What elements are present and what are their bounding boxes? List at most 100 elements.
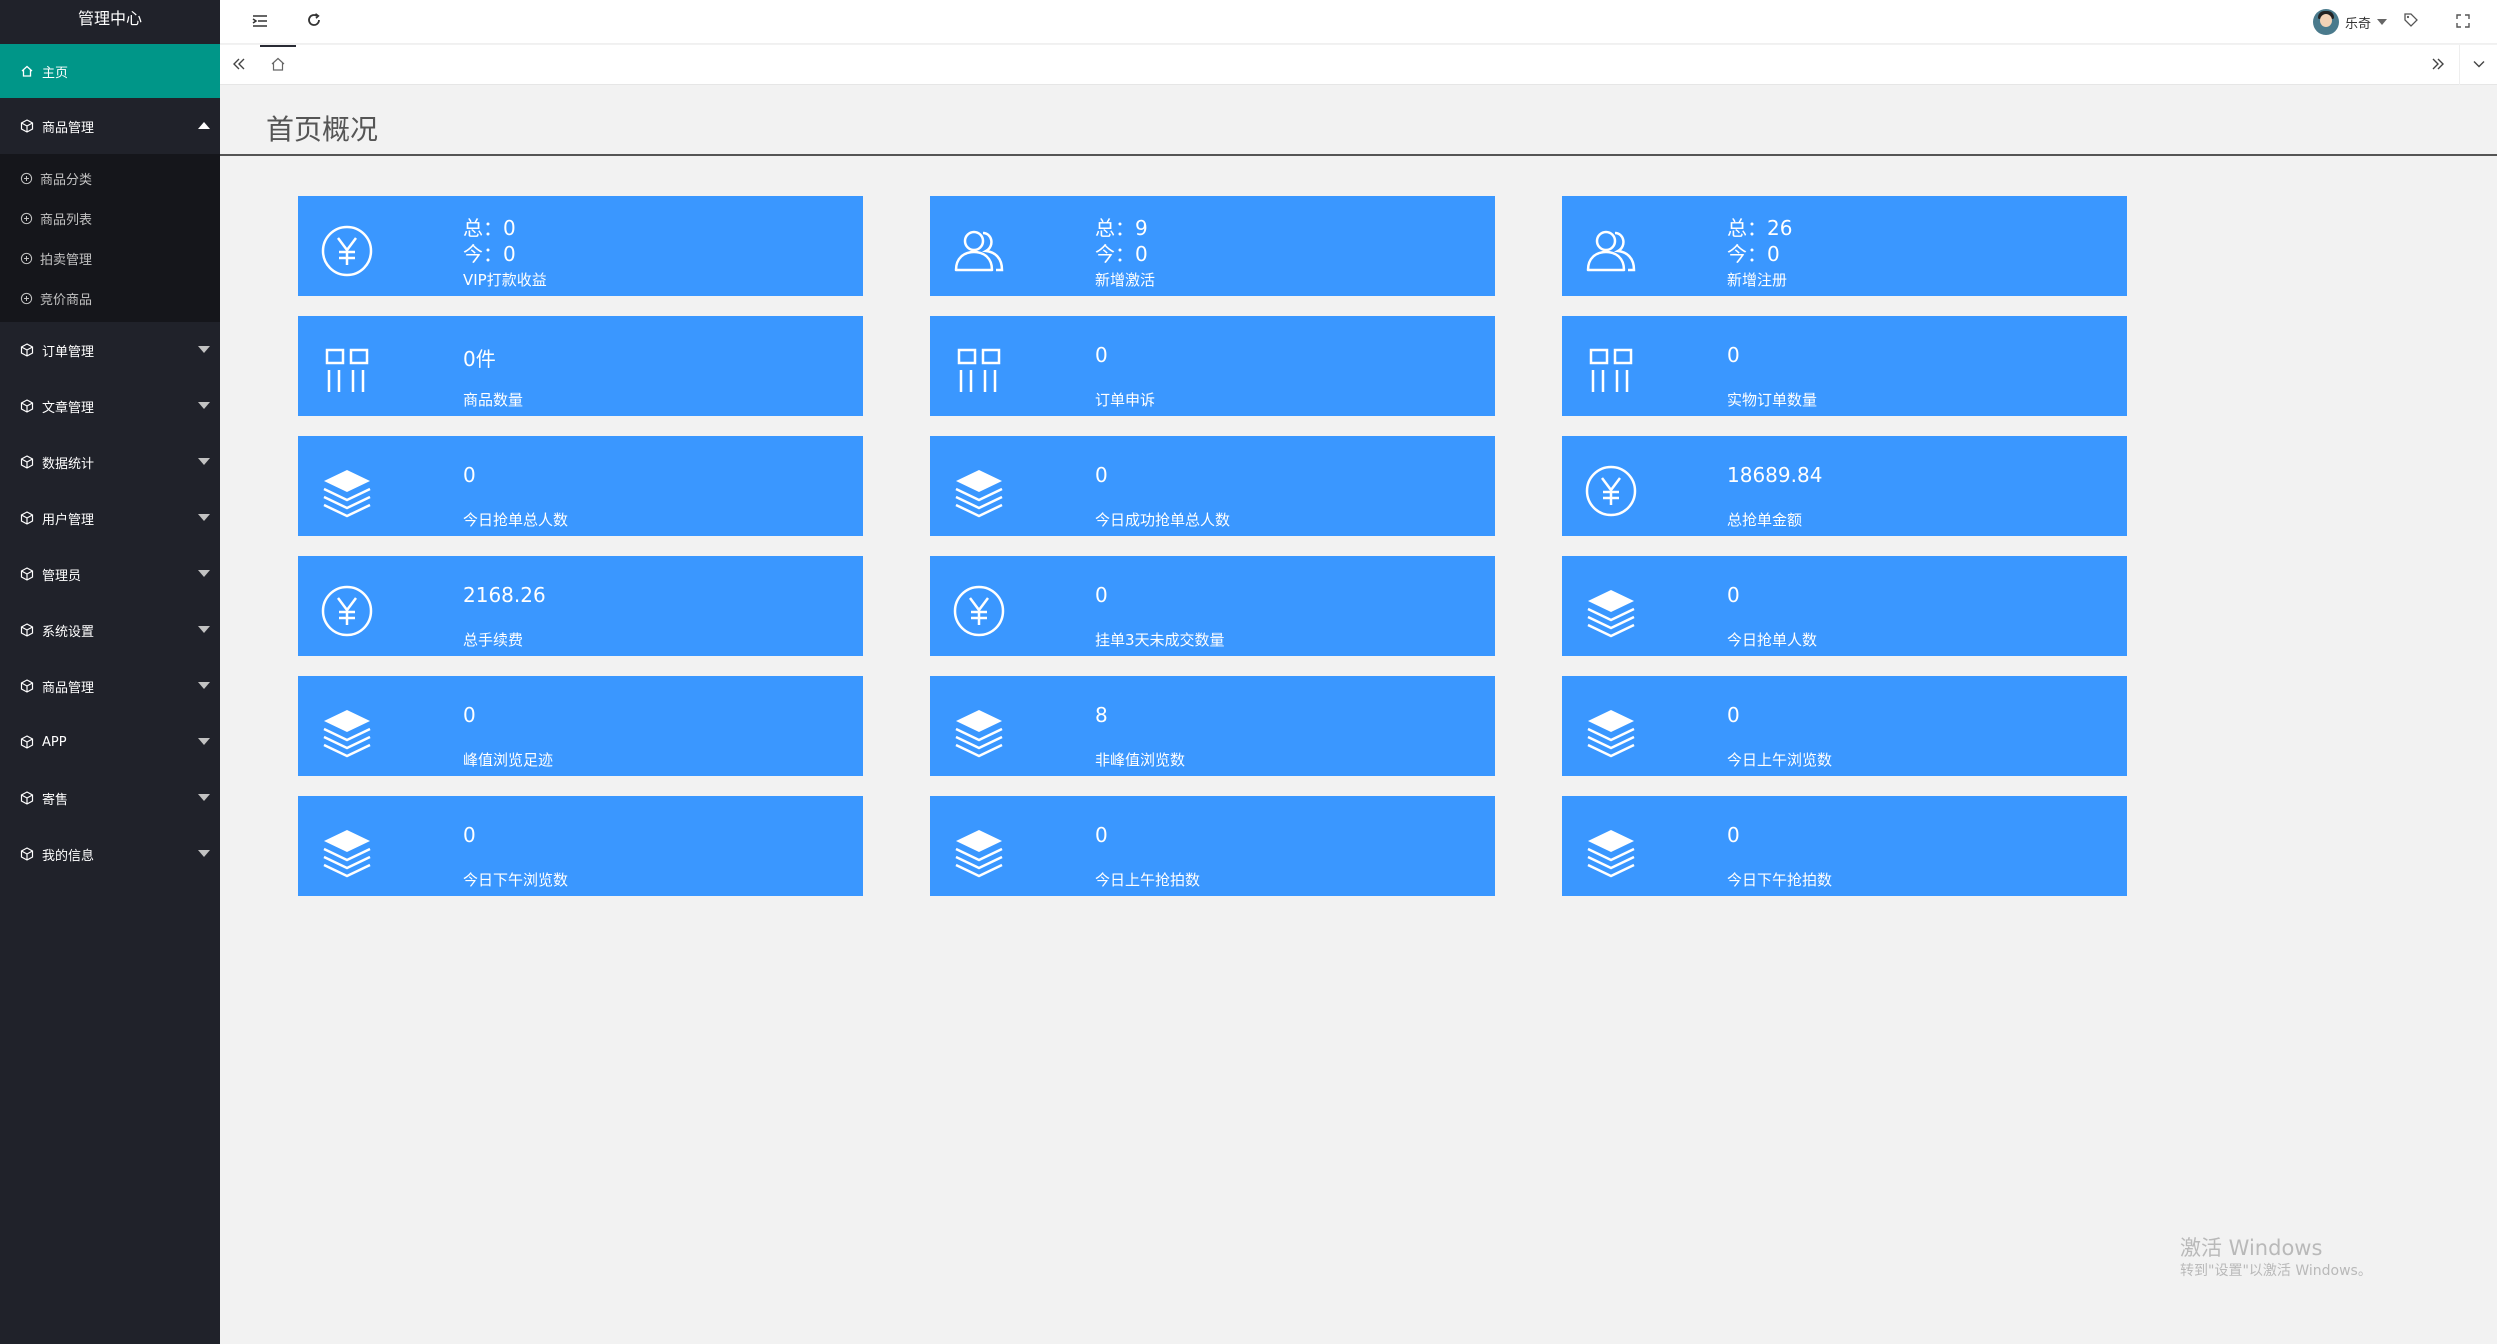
caret-down-icon xyxy=(198,346,210,353)
stat-card[interactable]: 2168.26 总手续费 xyxy=(298,556,863,656)
stat-card[interactable]: 0 今日抢单总人数 xyxy=(298,436,863,536)
stat-card[interactable]: 0 今日下午抢拍数 xyxy=(1562,796,2127,896)
stat-value: 0 xyxy=(1727,583,1740,607)
sidebar-item-label: 管理员 xyxy=(42,568,82,584)
tab-home[interactable] xyxy=(260,45,296,85)
stat-label: 新增注册 xyxy=(1727,271,1788,289)
yen-icon xyxy=(320,584,374,638)
cube-icon xyxy=(18,845,36,863)
sidebar-item-10[interactable]: 我的信息 xyxy=(0,826,220,882)
sidebar-item-5[interactable]: 管理员 xyxy=(0,546,220,602)
stat-card[interactable]: 0件 商品数量 xyxy=(298,316,863,416)
caret-down-icon xyxy=(198,402,210,409)
layers-icon xyxy=(320,824,374,878)
cube-icon xyxy=(18,733,36,751)
caret-up-icon xyxy=(198,122,210,129)
stat-card[interactable]: 总：9 今：0 新增激活 xyxy=(930,196,1495,296)
sidebar-item-label: 用户管理 xyxy=(42,512,95,528)
sidebar-subitem-label: 竞价商品 xyxy=(40,292,93,308)
tab-scroll-left-button[interactable] xyxy=(220,45,258,85)
cube-icon xyxy=(18,453,36,471)
sidebar-item-label: 数据统计 xyxy=(42,456,95,472)
yen-icon xyxy=(952,584,1006,638)
stat-card[interactable]: 0 实物订单数量 xyxy=(1562,316,2127,416)
refresh-button[interactable] xyxy=(294,0,334,44)
cube-icon xyxy=(18,509,36,527)
stat-label: 今日上午浏览数 xyxy=(1727,751,1833,769)
stat-value: 18689.84 xyxy=(1727,463,1823,487)
sidebar: 管理中心 主页 商品管理 商品分类 商品列表 拍卖管理 竞价商品 订单管理 文章管理 数据统计… xyxy=(0,0,220,1344)
page-title: 首页概况 xyxy=(266,113,379,146)
theme-button[interactable] xyxy=(2391,0,2431,44)
fullscreen-button[interactable] xyxy=(2443,0,2483,44)
yen-icon xyxy=(320,224,374,278)
stat-value: 0 xyxy=(1095,463,1108,487)
sidebar-item-9[interactable]: 寄售 xyxy=(0,770,220,826)
stat-total: 总：26 xyxy=(1727,216,1793,240)
sidebar-item-label: 商品管理 xyxy=(42,680,95,696)
sidebar-item-2[interactable]: 文章管理 xyxy=(0,378,220,434)
stat-value: 0 xyxy=(1727,703,1740,727)
sidebar-item-label: 寄售 xyxy=(42,792,69,808)
sidebar-subitem-1[interactable]: 商品列表 xyxy=(0,198,220,238)
caret-down-icon xyxy=(198,626,210,633)
plus-circle-icon xyxy=(18,170,34,186)
menu-toggle-button[interactable] xyxy=(240,0,280,44)
caret-down-icon xyxy=(198,794,210,801)
stat-value: 0 xyxy=(463,823,476,847)
stat-total: 总：9 xyxy=(1095,216,1148,240)
sidebar-item-0[interactable]: 商品管理 xyxy=(0,98,220,154)
layers-icon xyxy=(1584,824,1638,878)
user-menu[interactable]: 乐奇 xyxy=(2312,0,2387,44)
tab-options-button[interactable] xyxy=(2459,45,2497,85)
stat-label: 今日抢单总人数 xyxy=(463,511,569,529)
stat-card[interactable]: 0 峰值浏览足迹 xyxy=(298,676,863,776)
sidebar-subitem-0[interactable]: 商品分类 xyxy=(0,158,220,198)
stat-card[interactable]: 8 非峰值浏览数 xyxy=(930,676,1495,776)
stat-value: 0 xyxy=(1727,823,1740,847)
stat-label: 挂单3天未成交数量 xyxy=(1095,631,1225,649)
sidebar-item-6[interactable]: 系统设置 xyxy=(0,602,220,658)
sidebar-item-4[interactable]: 用户管理 xyxy=(0,490,220,546)
stat-label: 总手续费 xyxy=(463,631,524,649)
stat-value: 0 xyxy=(463,463,476,487)
cube-icon xyxy=(18,677,36,695)
stat-label: 新增激活 xyxy=(1095,271,1156,289)
refresh-icon xyxy=(306,12,322,32)
stat-card[interactable]: 0 今日上午抢拍数 xyxy=(930,796,1495,896)
stat-card[interactable]: 0 今日上午浏览数 xyxy=(1562,676,2127,776)
stat-value: 0 xyxy=(1095,583,1108,607)
stat-card[interactable]: 0 挂单3天未成交数量 xyxy=(930,556,1495,656)
tag-icon xyxy=(2403,12,2419,32)
tab-scroll-right-button[interactable] xyxy=(2419,45,2457,85)
stat-label: 总抢单金额 xyxy=(1727,511,1803,529)
stat-card[interactable]: 0 订单申诉 xyxy=(930,316,1495,416)
layers-icon xyxy=(1584,704,1638,758)
sidebar-subitem-2[interactable]: 拍卖管理 xyxy=(0,238,220,278)
sidebar-item-7[interactable]: 商品管理 xyxy=(0,658,220,714)
stat-card[interactable]: 总：26 今：0 新增注册 xyxy=(1562,196,2127,296)
sidebar-item-label: 主页 xyxy=(42,65,69,81)
plus-circle-icon xyxy=(18,210,34,226)
sidebar-item-label: 文章管理 xyxy=(42,400,95,416)
stat-card[interactable]: 18689.84 总抢单金额 xyxy=(1562,436,2127,536)
cube-icon xyxy=(18,565,36,583)
cube-icon xyxy=(18,117,36,135)
sidebar-item-8[interactable]: APP xyxy=(0,714,220,770)
stat-value: 0 xyxy=(1095,823,1108,847)
stat-card[interactable]: 总：0 今：0 VIP打款收益 xyxy=(298,196,863,296)
sidebar-item-label: 商品管理 xyxy=(42,120,95,136)
stat-card[interactable]: 0 今日成功抢单总人数 xyxy=(930,436,1495,536)
layers-icon xyxy=(952,824,1006,878)
sidebar-subitem-3[interactable]: 竞价商品 xyxy=(0,278,220,318)
sidebar-item-1[interactable]: 订单管理 xyxy=(0,322,220,378)
sidebar-item-3[interactable]: 数据统计 xyxy=(0,434,220,490)
yen-icon xyxy=(1584,464,1638,518)
stat-card[interactable]: 0 今日抢单人数 xyxy=(1562,556,2127,656)
sidebar-item-home[interactable]: 主页 xyxy=(0,44,220,98)
stat-value: 2168.26 xyxy=(463,583,546,607)
cube-icon xyxy=(18,341,36,359)
menu-fold-icon xyxy=(252,13,268,32)
stat-card[interactable]: 0 今日下午浏览数 xyxy=(298,796,863,896)
title-divider xyxy=(220,154,2497,156)
